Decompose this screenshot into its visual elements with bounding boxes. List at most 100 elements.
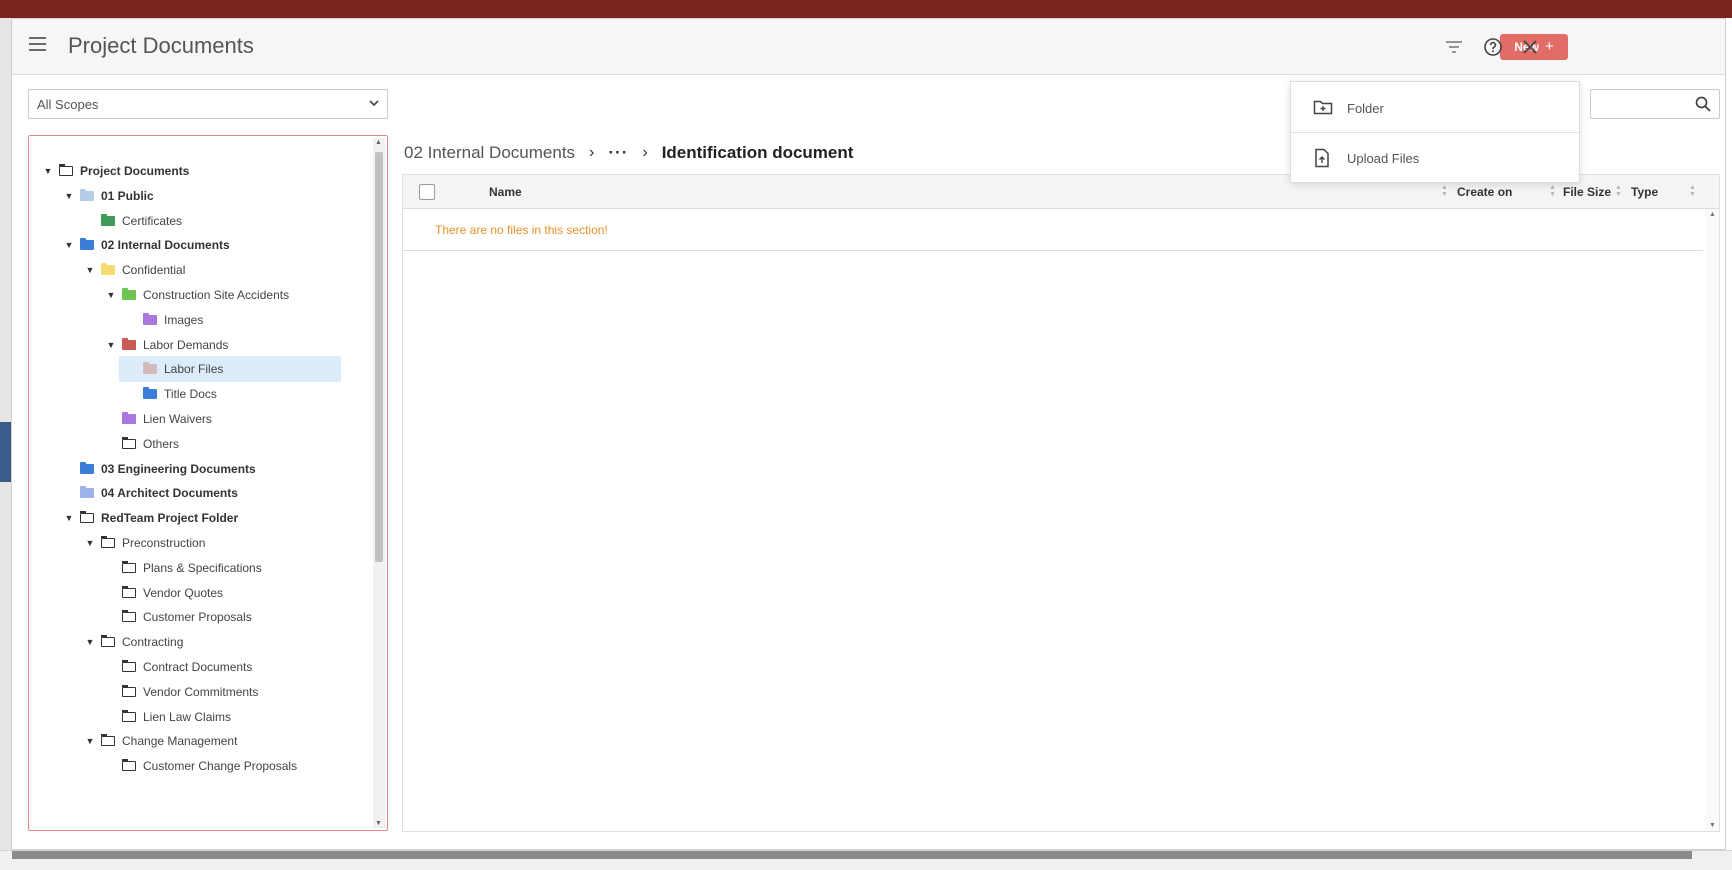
help-icon[interactable] xyxy=(1481,35,1505,59)
tree-item[interactable]: Customer Change Proposals xyxy=(104,753,297,779)
tree-item[interactable]: Images xyxy=(125,307,203,333)
tree-item[interactable]: ▼ 01 Public xyxy=(62,183,154,209)
page-title: Project Documents xyxy=(68,33,254,58)
documents-modal: Project Documents New + All Scopes ▲ ▼ ▼… xyxy=(11,18,1726,850)
tree-item[interactable]: Lien Law Claims xyxy=(104,704,231,730)
folder-icon xyxy=(122,288,136,300)
tree-item[interactable]: 04 Architect Documents xyxy=(62,480,238,506)
tree-item[interactable]: Title Docs xyxy=(125,381,217,407)
hamburger-menu-icon[interactable] xyxy=(29,37,49,55)
folder-icon xyxy=(122,412,136,424)
column-header-created[interactable]: Create on xyxy=(1457,185,1512,199)
folder-icon xyxy=(80,461,94,474)
tree-item-label: Title Docs xyxy=(164,387,217,402)
caret-down-icon[interactable]: ▼ xyxy=(83,538,97,548)
tree-item-label: 03 Engineering Documents xyxy=(101,461,256,476)
tree-item[interactable]: Lien Waivers xyxy=(104,406,212,432)
upload-files-menu-item[interactable]: Upload Files xyxy=(1291,136,1579,180)
taskbar-segment xyxy=(1228,851,1692,859)
close-icon[interactable] xyxy=(1518,35,1542,59)
chevron-down-icon xyxy=(369,96,379,110)
search-input[interactable] xyxy=(1590,89,1720,119)
sort-icon[interactable]: ▲ ▼ xyxy=(1689,184,1697,198)
tree-item[interactable]: Vendor Commitments xyxy=(104,679,258,705)
tree-item[interactable]: Plans & Specifications xyxy=(104,555,262,581)
sort-icon[interactable]: ▲ ▼ xyxy=(1441,184,1449,198)
caret-down-icon[interactable]: ▼ xyxy=(104,290,118,300)
tree-item-label: RedTeam Project Folder xyxy=(101,511,239,526)
tree-item[interactable]: ▼ Preconstruction xyxy=(83,530,205,556)
scope-select-value: All Scopes xyxy=(37,97,99,112)
tree-item-label: Customer Proposals xyxy=(143,610,252,625)
caret-down-icon[interactable]: ▼ xyxy=(104,340,118,350)
tree-item[interactable]: ▼ RedTeam Project Folder xyxy=(62,505,238,531)
tree-item-label: Images xyxy=(164,312,204,327)
breadcrumb-item[interactable]: 02 Internal Documents xyxy=(404,143,575,163)
tree-item[interactable]: ▼ Labor Demands xyxy=(104,332,228,358)
background-left-edge xyxy=(0,18,11,850)
folder-icon xyxy=(100,536,115,548)
tree-item-label: Customer Change Proposals xyxy=(143,759,298,774)
plus-icon: + xyxy=(1544,38,1554,55)
tree-item[interactable]: ▼ 02 Internal Documents xyxy=(62,232,230,258)
caret-down-icon[interactable]: ▼ xyxy=(41,166,55,176)
tree-item-label: Change Management xyxy=(122,734,238,749)
column-header-name[interactable]: Name xyxy=(489,185,522,199)
tree-item[interactable]: Customer Proposals xyxy=(104,604,252,630)
tree-item[interactable]: ▼ Change Management xyxy=(83,728,237,754)
folder-icon xyxy=(122,337,136,350)
tree-item[interactable]: Certificates xyxy=(83,208,182,234)
column-header-type[interactable]: Type xyxy=(1631,185,1658,199)
folder-icon xyxy=(121,560,136,573)
tree-item-label: Preconstruction xyxy=(122,536,206,550)
chevron-right-icon: › xyxy=(642,144,648,161)
new-folder-label: Folder xyxy=(1347,100,1384,116)
sort-icon[interactable]: ▲ ▼ xyxy=(1549,184,1557,198)
table-scrollbar[interactable]: ▲ ▼ xyxy=(1705,209,1719,831)
tree-item[interactable]: ▼ Contracting xyxy=(83,629,183,655)
tree-item[interactable]: Labor Files xyxy=(119,356,341,383)
tree-item[interactable]: Vendor Quotes xyxy=(104,580,223,606)
caret-down-icon[interactable]: ▼ xyxy=(83,637,97,647)
caret-down-icon[interactable]: ▼ xyxy=(62,240,76,250)
empty-state-message: There are no files in this section! xyxy=(435,223,608,237)
tree-item[interactable]: ▼ Construction Site Accidents xyxy=(104,282,289,308)
sort-icon[interactable]: ▲ ▼ xyxy=(1615,184,1623,198)
folder-icon xyxy=(143,387,157,400)
column-header-file-size[interactable]: File Size xyxy=(1563,185,1611,199)
scroll-down-arrow-icon[interactable]: ▼ xyxy=(375,820,382,827)
tree-item-label: Contract Documents xyxy=(143,660,253,674)
filter-icon[interactable] xyxy=(1442,35,1466,59)
folder-icon xyxy=(79,511,94,524)
upload-file-icon xyxy=(1313,148,1333,168)
new-menu-dropdown: Folder Upload Files xyxy=(1290,81,1580,183)
tree-scrollbar-thumb[interactable] xyxy=(375,152,383,562)
search-icon[interactable] xyxy=(1695,96,1711,117)
new-folder-menu-item[interactable]: Folder xyxy=(1291,86,1579,130)
new-folder-icon xyxy=(1313,98,1333,118)
scroll-up-arrow-icon[interactable]: ▲ xyxy=(1709,211,1716,218)
tree-item-label: Vendor Commitments xyxy=(143,684,259,699)
tree-item[interactable]: Others xyxy=(104,431,179,457)
empty-state-row: There are no files in this section! xyxy=(403,209,1703,251)
folder-icon xyxy=(121,759,136,772)
caret-down-icon[interactable]: ▼ xyxy=(62,513,76,523)
folder-icon xyxy=(121,684,136,697)
files-table: Name ▲ ▼ Create on ▲ ▼ File Size ▲ ▼ Type ▲… xyxy=(402,174,1720,832)
scope-select[interactable]: All Scopes xyxy=(28,89,388,119)
tree-item[interactable]: ▼ Project Documents xyxy=(41,158,189,184)
tree-item-label: Contracting xyxy=(122,635,184,650)
tree-scrollbar[interactable]: ▲ ▼ xyxy=(373,138,385,828)
caret-down-icon[interactable]: ▼ xyxy=(83,265,97,275)
caret-down-icon[interactable]: ▼ xyxy=(62,191,76,201)
caret-down-icon[interactable]: ▼ xyxy=(83,736,97,746)
breadcrumb-ellipsis[interactable]: ··· xyxy=(608,143,628,163)
menu-divider xyxy=(1291,132,1579,133)
select-all-checkbox[interactable] xyxy=(419,184,435,200)
tree-item[interactable]: 03 Engineering Documents xyxy=(62,456,256,482)
tree-item[interactable]: ▼ Confidential xyxy=(83,257,185,283)
tree-item[interactable]: Contract Documents xyxy=(104,654,252,680)
scroll-down-arrow-icon[interactable]: ▼ xyxy=(1709,822,1716,829)
scroll-up-arrow-icon[interactable]: ▲ xyxy=(375,139,382,146)
tree-item-label: Project Documents xyxy=(80,164,190,178)
